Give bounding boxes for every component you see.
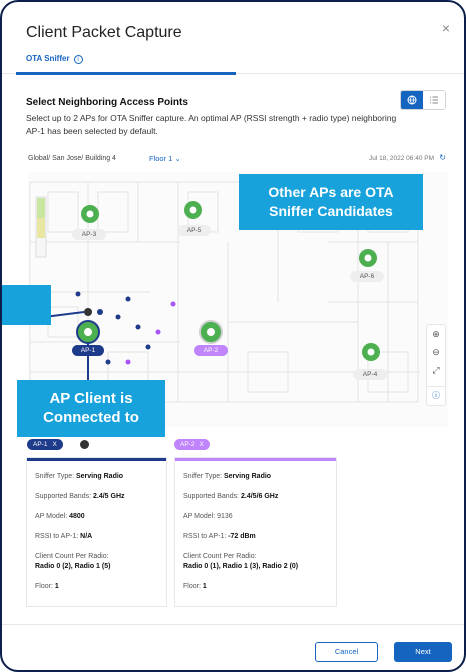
label: Floor: <box>183 583 201 590</box>
label: AP Model: <box>35 513 68 520</box>
value: N/A <box>80 533 93 540</box>
remove-icon[interactable]: X <box>199 441 203 448</box>
info-icon[interactable]: i <box>73 55 83 64</box>
value: Radio 0 (1), Radio 1 (3), Radio 2 (0) <box>183 563 299 570</box>
value: 2.4/5/6 GHz <box>241 493 279 500</box>
client-device-icon <box>80 440 89 449</box>
section-description: Select up to 2 APs for OTA Sniffer captu… <box>26 113 397 136</box>
tab-underline <box>16 72 236 75</box>
breadcrumb: Global/ San Jose/ Building 4 <box>28 155 116 162</box>
map-view-icon[interactable] <box>401 91 423 109</box>
map-info-icon[interactable]: ⓘ <box>426 386 446 406</box>
next-button[interactable]: Next <box>394 642 452 662</box>
zoom-out-icon[interactable]: ⊖ <box>427 343 445 361</box>
timestamp: Jul 18, 2022 06:40 PM <box>368 155 434 162</box>
ap-marker-ap5[interactable] <box>184 201 202 219</box>
label: Floor: <box>35 583 53 590</box>
list-view-icon[interactable] <box>423 91 445 109</box>
ap-label-ap4[interactable]: AP-4 <box>353 369 387 380</box>
value: 4800 <box>69 513 85 520</box>
callout-line: Connected to <box>43 409 139 426</box>
label: RSSI to AP-1: <box>35 533 79 540</box>
tab-ota-sniffer[interactable]: OTA Sniffer i <box>26 54 83 64</box>
expand-icon[interactable]: ⤢ <box>427 361 445 379</box>
value: Serving Radio <box>224 473 272 480</box>
tab-bar: OTA Sniffer i <box>2 48 464 75</box>
label: AP Model: <box>183 513 216 520</box>
ap-marker-ap4[interactable] <box>362 343 380 361</box>
ap-label-ap5[interactable]: AP-5 <box>177 225 211 236</box>
ap-marker-ap2[interactable] <box>199 320 223 344</box>
cancel-button[interactable]: Cancel <box>315 642 378 662</box>
callout-line: AP Client is <box>49 390 133 407</box>
value: Radio 0 (2), Radio 1 (5) <box>35 563 111 570</box>
value: 9136 <box>217 513 233 520</box>
ap-detail-card-ap2: Sniffer Type: Serving Radio Supported Ba… <box>174 457 337 607</box>
client-device-icon <box>84 308 92 316</box>
label: Supported Bands: <box>183 493 240 500</box>
card-accent-bar <box>175 458 336 461</box>
chevron-down-icon: ⌄ <box>174 154 181 163</box>
callout-line: Sniffer Candidates <box>269 203 393 219</box>
card-accent-bar <box>27 458 166 461</box>
selected-chip-ap2[interactable]: AP-2 X <box>174 439 210 450</box>
chip-label: AP-2 <box>180 441 195 448</box>
legend-fill <box>37 218 45 238</box>
label: RSSI to AP-1: <box>183 533 227 540</box>
label: Client Count Per Radio: <box>35 553 109 560</box>
callout-client <box>2 285 51 325</box>
callout-connected: AP Client is Connected to <box>17 380 165 437</box>
remove-icon[interactable]: X <box>52 441 56 448</box>
label: Client Count Per Radio: <box>183 553 257 560</box>
ap-detail-card-ap1: Sniffer Type: Serving Radio Supported Ba… <box>26 457 167 607</box>
ap-marker-ap6[interactable] <box>359 249 377 267</box>
floor-dropdown[interactable]: Floor 1 ⌄ <box>149 154 181 163</box>
dialog-title: Client Packet Capture <box>26 24 182 41</box>
chip-label: AP-1 <box>33 441 48 448</box>
label: Supported Bands: <box>35 493 92 500</box>
value: 1 <box>202 583 207 590</box>
ap-label-ap6[interactable]: AP-6 <box>350 271 384 282</box>
value: Serving Radio <box>76 473 124 480</box>
floor-dropdown-label: Floor 1 <box>149 154 173 163</box>
callout-line: Other APs are OTA <box>268 184 394 200</box>
label: Sniffer Type: <box>35 473 75 480</box>
selected-chip-ap1[interactable]: AP-1 X <box>27 439 63 450</box>
close-icon[interactable]: × <box>442 20 450 36</box>
ap-marker-ap1[interactable] <box>76 320 100 344</box>
dialog: Client Packet Capture × OTA Sniffer i Sel… <box>0 0 466 672</box>
ap-label-ap2[interactable]: AP-2 <box>194 345 228 356</box>
section-title: Select Neighboring Access Points <box>26 97 188 108</box>
refresh-icon[interactable]: ↻ <box>439 153 446 162</box>
callout-candidates: Other APs are OTA Sniffer Candidates <box>239 174 423 230</box>
ap-label-ap3[interactable]: AP-3 <box>72 229 106 240</box>
value: 1 <box>54 583 59 590</box>
ap-marker-ap3[interactable] <box>81 205 99 223</box>
value: 2.4/5 GHz <box>93 493 125 500</box>
legend-fill <box>37 198 45 218</box>
tab-label: OTA Sniffer <box>26 54 70 63</box>
label: Sniffer Type: <box>183 473 223 480</box>
value: -72 dBm <box>228 533 256 540</box>
zoom-in-icon[interactable]: ⊕ <box>427 325 445 343</box>
view-toggle <box>400 90 446 110</box>
ap-label-ap1[interactable]: AP-1 <box>72 345 104 356</box>
